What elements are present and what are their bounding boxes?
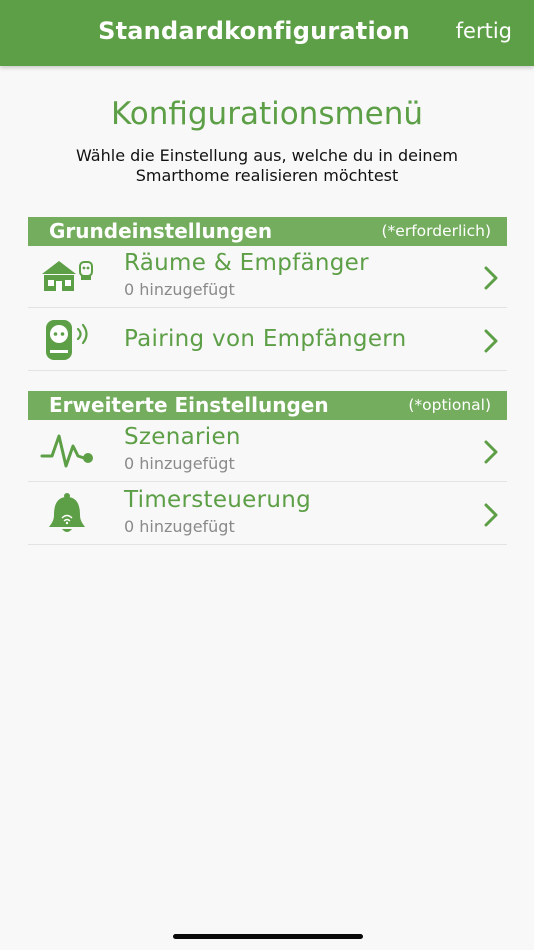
menu-item-title: Pairing von Empfängern (124, 326, 407, 352)
chevron-right-icon (484, 266, 498, 290)
menu-item-szenarien[interactable]: Szenarien 0 hinzugefügt (28, 420, 507, 482)
done-button[interactable]: fertig (456, 19, 512, 43)
top-bar: Standardkonfiguration fertig (0, 0, 534, 66)
page-title: Konfigurationsmenü (110, 96, 424, 132)
section-note: (*erforderlich) (381, 222, 492, 240)
screen: Standardkonfiguration fertig Konfigurati… (0, 0, 534, 950)
menu-item-title: Szenarien (124, 424, 241, 450)
section-title: Grundeinstellungen (49, 219, 273, 243)
chevron-right-icon (484, 440, 498, 464)
chevron-right-icon (484, 503, 498, 527)
menu-item-subtitle: 0 hinzugefügt (124, 454, 235, 473)
plug-pairing-icon (46, 320, 88, 360)
menu-item-raeume-empfaenger[interactable]: Räume & Empfänger 0 hinzugefügt (28, 246, 507, 308)
menu-item-title: Timersteuerung (124, 487, 312, 513)
section-header-erweiterte-einstellungen: Erweiterte Einstellungen (*optional) (28, 391, 507, 420)
menu-item-pairing[interactable]: Pairing von Empfängern (28, 309, 507, 371)
page-subtitle: Wähle die Einstellung aus, welche du in … (30, 146, 504, 186)
section-header-grundeinstellungen: Grundeinstellungen (*erforderlich) (28, 217, 507, 246)
menu-item-subtitle: 0 hinzugefügt (124, 280, 235, 299)
menu-item-timersteuerung[interactable]: Timersteuerung 0 hinzugefügt (28, 483, 507, 545)
subtitle-line-2: Smarthome realisieren möchtest (135, 166, 399, 185)
subtitle-line-1: Wähle die Einstellung aus, welche du in … (76, 146, 458, 165)
menu-item-title: Räume & Empfänger (124, 250, 369, 276)
section-note: (*optional) (408, 396, 491, 414)
bell-icon (49, 493, 85, 532)
section-title: Erweiterte Einstellungen (49, 393, 329, 417)
topbar-title: Standardkonfiguration (98, 17, 410, 45)
scenario-pulse-icon (40, 434, 93, 468)
home-indicator[interactable] (173, 934, 363, 939)
menu-item-subtitle: 0 hinzugefügt (124, 517, 235, 536)
house-icon (42, 261, 93, 291)
chevron-right-icon (484, 329, 498, 353)
